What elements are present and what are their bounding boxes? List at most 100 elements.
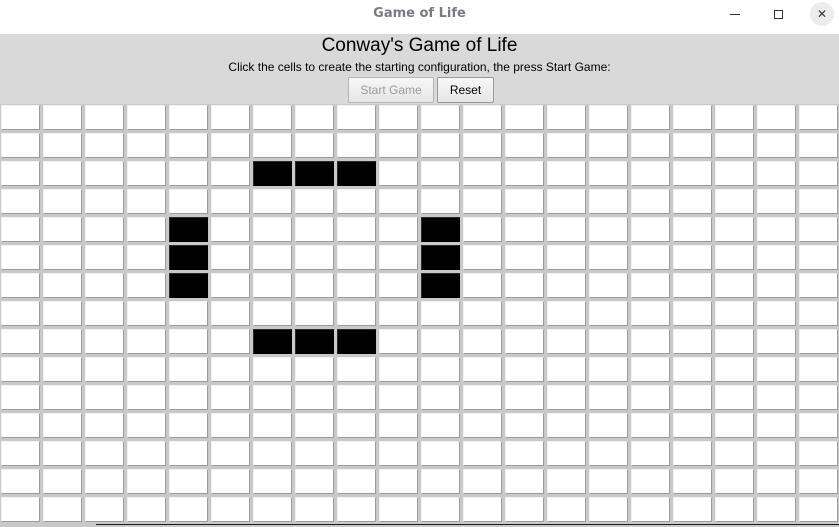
grid-cell[interactable] xyxy=(85,301,124,326)
grid-cell[interactable] xyxy=(169,105,208,130)
minimize-button[interactable] xyxy=(723,3,747,25)
grid-cell[interactable] xyxy=(799,245,838,270)
grid-cell[interactable] xyxy=(673,441,712,466)
grid-cell[interactable] xyxy=(589,357,628,382)
grid-cell[interactable] xyxy=(505,329,544,354)
grid-cell[interactable] xyxy=(85,245,124,270)
grid-cell[interactable] xyxy=(43,301,82,326)
grid-cell[interactable] xyxy=(1,441,40,466)
grid-cell[interactable] xyxy=(673,105,712,130)
grid-cell[interactable] xyxy=(589,105,628,130)
grid-cell[interactable] xyxy=(463,441,502,466)
grid-cell[interactable] xyxy=(43,385,82,410)
grid-cell[interactable] xyxy=(715,161,754,186)
grid-cell[interactable] xyxy=(43,161,82,186)
grid-cell[interactable] xyxy=(547,301,586,326)
grid-cell[interactable] xyxy=(127,273,166,298)
grid-cell[interactable] xyxy=(715,357,754,382)
grid-cell[interactable] xyxy=(379,133,418,158)
grid-cell[interactable] xyxy=(169,357,208,382)
grid-cell[interactable] xyxy=(715,329,754,354)
grid-cell[interactable] xyxy=(757,469,796,494)
grid-cell[interactable] xyxy=(799,497,838,522)
grid-cell[interactable] xyxy=(211,301,250,326)
grid-cell[interactable] xyxy=(505,161,544,186)
grid-cell[interactable] xyxy=(547,469,586,494)
grid-cell[interactable] xyxy=(379,301,418,326)
grid-cell[interactable] xyxy=(505,189,544,214)
grid-cell[interactable] xyxy=(253,105,292,130)
grid-cell[interactable] xyxy=(799,105,838,130)
grid-cell[interactable] xyxy=(757,301,796,326)
grid-cell[interactable] xyxy=(631,329,670,354)
grid-cell[interactable] xyxy=(85,497,124,522)
grid-cell[interactable] xyxy=(799,301,838,326)
grid-cell[interactable] xyxy=(379,469,418,494)
grid-cell[interactable] xyxy=(421,441,460,466)
grid-cell[interactable] xyxy=(295,273,334,298)
grid-cell[interactable] xyxy=(757,189,796,214)
grid-cell[interactable] xyxy=(673,413,712,438)
grid-cell[interactable] xyxy=(253,217,292,242)
grid-cell[interactable] xyxy=(421,497,460,522)
grid-cell[interactable] xyxy=(715,469,754,494)
grid-cell[interactable] xyxy=(547,133,586,158)
grid-cell[interactable] xyxy=(505,413,544,438)
grid-cell[interactable] xyxy=(673,189,712,214)
grid-cell[interactable] xyxy=(421,273,460,298)
grid-cell[interactable] xyxy=(211,329,250,354)
grid-cell[interactable] xyxy=(505,133,544,158)
grid-cell[interactable] xyxy=(43,245,82,270)
grid-cell[interactable] xyxy=(799,273,838,298)
grid-cell[interactable] xyxy=(337,273,376,298)
grid-cell[interactable] xyxy=(127,245,166,270)
grid-cell[interactable] xyxy=(799,161,838,186)
grid-cell[interactable] xyxy=(589,385,628,410)
grid-cell[interactable] xyxy=(211,273,250,298)
grid-cell[interactable] xyxy=(379,273,418,298)
grid-cell[interactable] xyxy=(1,273,40,298)
grid-cell[interactable] xyxy=(85,357,124,382)
grid-cell[interactable] xyxy=(421,161,460,186)
grid-cell[interactable] xyxy=(547,441,586,466)
grid-cell[interactable] xyxy=(505,273,544,298)
grid-cell[interactable] xyxy=(169,301,208,326)
grid-cell[interactable] xyxy=(463,329,502,354)
grid-cell[interactable] xyxy=(547,217,586,242)
grid-cell[interactable] xyxy=(757,413,796,438)
grid-cell[interactable] xyxy=(463,357,502,382)
grid-cell[interactable] xyxy=(211,385,250,410)
grid-cell[interactable] xyxy=(589,189,628,214)
grid-cell[interactable] xyxy=(253,497,292,522)
grid-cell[interactable] xyxy=(715,189,754,214)
grid-cell[interactable] xyxy=(505,469,544,494)
grid-cell[interactable] xyxy=(547,189,586,214)
grid-cell[interactable] xyxy=(421,217,460,242)
grid-cell[interactable] xyxy=(337,161,376,186)
grid-cell[interactable] xyxy=(1,217,40,242)
grid-cell[interactable] xyxy=(379,441,418,466)
grid-cell[interactable] xyxy=(505,441,544,466)
grid-cell[interactable] xyxy=(169,497,208,522)
grid-cell[interactable] xyxy=(589,441,628,466)
grid-cell[interactable] xyxy=(547,497,586,522)
grid-cell[interactable] xyxy=(421,469,460,494)
grid-cell[interactable] xyxy=(631,413,670,438)
grid-cell[interactable] xyxy=(715,217,754,242)
grid-cell[interactable] xyxy=(799,189,838,214)
grid-cell[interactable] xyxy=(673,161,712,186)
grid-cell[interactable] xyxy=(43,497,82,522)
grid-cell[interactable] xyxy=(1,469,40,494)
grid-cell[interactable] xyxy=(337,301,376,326)
grid-cell[interactable] xyxy=(85,385,124,410)
grid-cell[interactable] xyxy=(463,469,502,494)
grid-cell[interactable] xyxy=(631,161,670,186)
grid-cell[interactable] xyxy=(337,329,376,354)
grid-cell[interactable] xyxy=(253,189,292,214)
grid-cell[interactable] xyxy=(757,245,796,270)
grid-cell[interactable] xyxy=(799,413,838,438)
grid-cell[interactable] xyxy=(127,189,166,214)
grid-cell[interactable] xyxy=(43,273,82,298)
grid-cell[interactable] xyxy=(295,189,334,214)
grid-cell[interactable] xyxy=(799,357,838,382)
